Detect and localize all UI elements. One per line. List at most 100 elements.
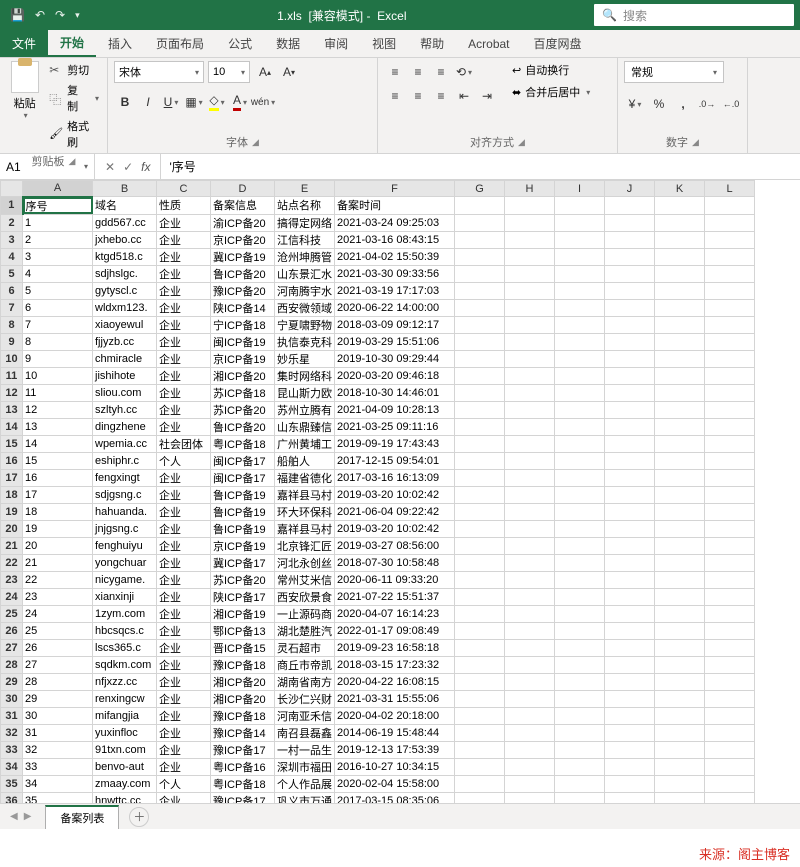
cell-I13[interactable] bbox=[555, 401, 605, 418]
row-header-30[interactable]: 30 bbox=[1, 690, 23, 707]
cell-C9[interactable]: 企业 bbox=[157, 333, 211, 350]
cell-A27[interactable]: 26 bbox=[23, 639, 93, 656]
cell-D32[interactable]: 豫ICP备14 bbox=[211, 724, 275, 741]
cell-I22[interactable] bbox=[555, 554, 605, 571]
cell-G25[interactable] bbox=[455, 605, 505, 622]
cell-K34[interactable] bbox=[655, 758, 705, 775]
cell-K32[interactable] bbox=[655, 724, 705, 741]
cell-I4[interactable] bbox=[555, 248, 605, 265]
row-header-23[interactable]: 23 bbox=[1, 571, 23, 588]
cell-A22[interactable]: 21 bbox=[23, 554, 93, 571]
cell-H18[interactable] bbox=[505, 486, 555, 503]
cell-J20[interactable] bbox=[605, 520, 655, 537]
cell-I36[interactable] bbox=[555, 792, 605, 803]
cell-A23[interactable]: 22 bbox=[23, 571, 93, 588]
name-box[interactable]: A1 ▾ bbox=[0, 154, 95, 179]
tab-page-layout[interactable]: 页面布局 bbox=[144, 30, 216, 57]
tab-data[interactable]: 数据 bbox=[264, 30, 312, 57]
cell-A26[interactable]: 25 bbox=[23, 622, 93, 639]
cell-A4[interactable]: 3 bbox=[23, 248, 93, 265]
cell-E30[interactable]: 长沙仁兴财 bbox=[275, 690, 335, 707]
cell-I35[interactable] bbox=[555, 775, 605, 792]
tab-view[interactable]: 视图 bbox=[360, 30, 408, 57]
cell-C30[interactable]: 企业 bbox=[157, 690, 211, 707]
cell-K10[interactable] bbox=[655, 350, 705, 367]
cell-E1[interactable]: 站点名称 bbox=[275, 197, 335, 215]
cell-B12[interactable]: sliou.com bbox=[93, 384, 157, 401]
cell-C33[interactable]: 企业 bbox=[157, 741, 211, 758]
cell-B25[interactable]: 1zym.com bbox=[93, 605, 157, 622]
cell-D22[interactable]: 冀ICP备17 bbox=[211, 554, 275, 571]
row-header-18[interactable]: 18 bbox=[1, 486, 23, 503]
cell-A7[interactable]: 6 bbox=[23, 299, 93, 316]
cell-L21[interactable] bbox=[705, 537, 755, 554]
cell-G12[interactable] bbox=[455, 384, 505, 401]
cancel-icon[interactable]: ✕ bbox=[105, 160, 115, 174]
cell-K23[interactable] bbox=[655, 571, 705, 588]
cell-H19[interactable] bbox=[505, 503, 555, 520]
undo-icon[interactable]: ↶ bbox=[35, 8, 45, 22]
cell-H3[interactable] bbox=[505, 231, 555, 248]
cell-F12[interactable]: 2018-10-30 14:46:01 bbox=[335, 384, 455, 401]
fx-icon[interactable]: fx bbox=[141, 160, 150, 174]
save-icon[interactable]: 💾 bbox=[10, 8, 25, 22]
cell-K30[interactable] bbox=[655, 690, 705, 707]
cell-F4[interactable]: 2021-04-02 15:50:39 bbox=[335, 248, 455, 265]
cell-E5[interactable]: 山东景汇水 bbox=[275, 265, 335, 282]
prev-sheet-icon[interactable]: ◀ bbox=[10, 811, 18, 822]
cell-E12[interactable]: 昆山斯力欧 bbox=[275, 384, 335, 401]
format-painter-button[interactable]: 格式刷 bbox=[47, 117, 101, 151]
cell-L9[interactable] bbox=[705, 333, 755, 350]
cell-L1[interactable] bbox=[705, 197, 755, 215]
cell-B22[interactable]: yongchuar bbox=[93, 554, 157, 571]
cell-G15[interactable] bbox=[455, 435, 505, 452]
cell-I32[interactable] bbox=[555, 724, 605, 741]
cell-H4[interactable] bbox=[505, 248, 555, 265]
increase-decimal-button[interactable]: .0→ bbox=[696, 93, 718, 115]
cell-I15[interactable] bbox=[555, 435, 605, 452]
tab-help[interactable]: 帮助 bbox=[408, 30, 456, 57]
cell-H22[interactable] bbox=[505, 554, 555, 571]
cell-D9[interactable]: 闽ICP备19 bbox=[211, 333, 275, 350]
cell-D7[interactable]: 陕ICP备14 bbox=[211, 299, 275, 316]
cell-G20[interactable] bbox=[455, 520, 505, 537]
cell-E35[interactable]: 个人作品展 bbox=[275, 775, 335, 792]
cell-B27[interactable]: lscs365.c bbox=[93, 639, 157, 656]
cell-K9[interactable] bbox=[655, 333, 705, 350]
cell-C7[interactable]: 企业 bbox=[157, 299, 211, 316]
cell-I19[interactable] bbox=[555, 503, 605, 520]
qat-dropdown-icon[interactable]: ▾ bbox=[75, 10, 80, 21]
cell-L14[interactable] bbox=[705, 418, 755, 435]
decrease-indent-button[interactable]: ⇤ bbox=[453, 85, 475, 107]
cell-K28[interactable] bbox=[655, 656, 705, 673]
col-header-C[interactable]: C bbox=[157, 181, 211, 197]
cell-A19[interactable]: 18 bbox=[23, 503, 93, 520]
cell-I11[interactable] bbox=[555, 367, 605, 384]
cell-C4[interactable]: 企业 bbox=[157, 248, 211, 265]
cell-B21[interactable]: fenghuiyu bbox=[93, 537, 157, 554]
cell-D3[interactable]: 京ICP备20 bbox=[211, 231, 275, 248]
cell-A10[interactable]: 9 bbox=[23, 350, 93, 367]
cell-G13[interactable] bbox=[455, 401, 505, 418]
cell-B16[interactable]: eshiphr.c bbox=[93, 452, 157, 469]
cell-H34[interactable] bbox=[505, 758, 555, 775]
col-header-L[interactable]: L bbox=[705, 181, 755, 197]
cell-A14[interactable]: 13 bbox=[23, 418, 93, 435]
cell-I7[interactable] bbox=[555, 299, 605, 316]
font-name-select[interactable]: 宋体▾ bbox=[114, 61, 204, 83]
cell-F1[interactable]: 备案时间 bbox=[335, 197, 455, 215]
cell-D13[interactable]: 苏ICP备20 bbox=[211, 401, 275, 418]
merge-center-button[interactable]: ⬌合并后居中▾ bbox=[510, 83, 592, 101]
cell-B19[interactable]: hahuanda. bbox=[93, 503, 157, 520]
row-header-15[interactable]: 15 bbox=[1, 435, 23, 452]
cell-J25[interactable] bbox=[605, 605, 655, 622]
col-header-A[interactable]: A bbox=[23, 181, 93, 197]
cell-L33[interactable] bbox=[705, 741, 755, 758]
row-header-4[interactable]: 4 bbox=[1, 248, 23, 265]
cell-L5[interactable] bbox=[705, 265, 755, 282]
italic-button[interactable]: I bbox=[137, 91, 159, 113]
cell-L2[interactable] bbox=[705, 214, 755, 231]
orientation-button[interactable]: ⟲▾ bbox=[453, 61, 475, 83]
cell-B13[interactable]: szltyh.cc bbox=[93, 401, 157, 418]
cell-I12[interactable] bbox=[555, 384, 605, 401]
